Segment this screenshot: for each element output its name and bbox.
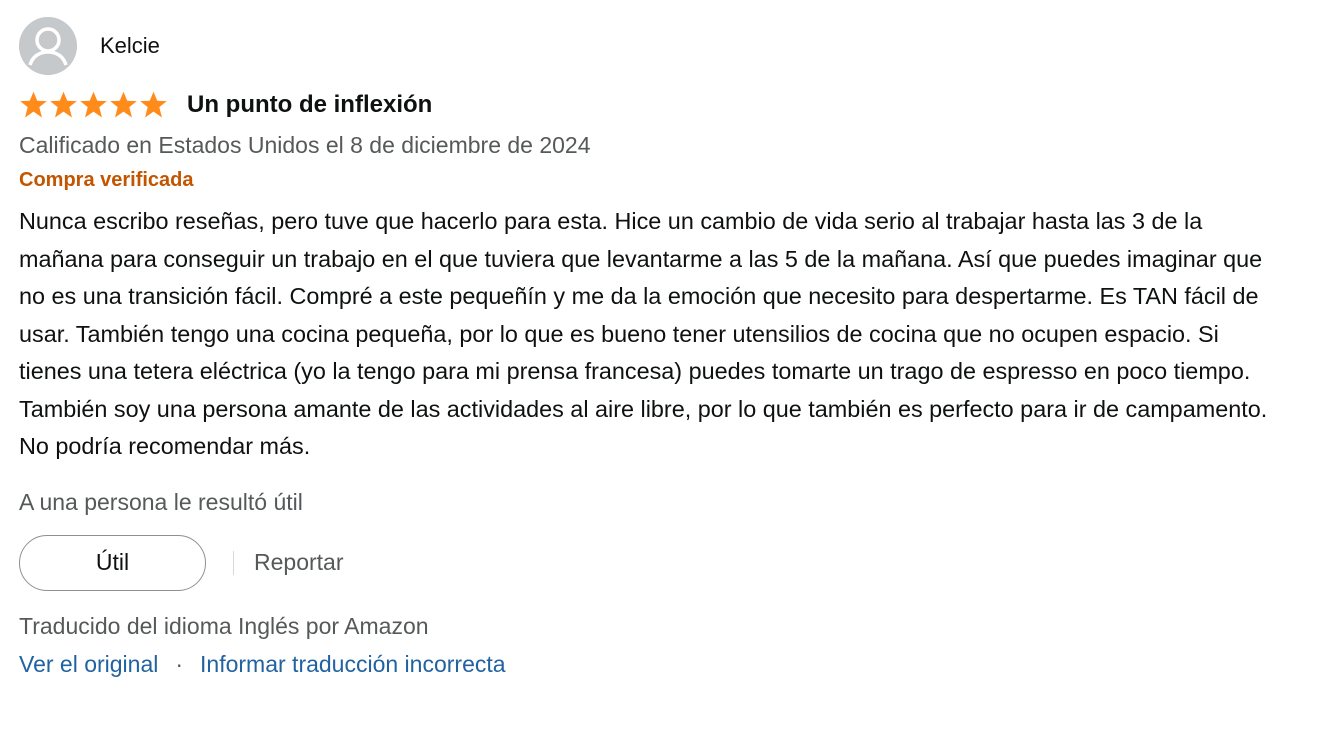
review-body: Nunca escribo reseñas, pero tuve que hac…	[19, 208, 1268, 459]
verified-purchase-badge: Compra verificada	[19, 169, 194, 191]
star-icon	[20, 91, 47, 118]
review-title[interactable]: Un punto de inflexión	[187, 91, 432, 119]
view-original-link[interactable]: Ver el original	[19, 648, 158, 680]
review-actions: Útil Reportar	[19, 534, 1289, 592]
user-silhouette-icon	[19, 17, 77, 75]
star-icon	[50, 91, 77, 118]
helpful-count: A una persona le resultó útil	[19, 488, 303, 515]
divider	[233, 550, 234, 575]
reviewer-profile[interactable]: Kelcie	[19, 17, 1289, 75]
review-card: Kelcie Un punto de inflexión Calificado …	[19, 17, 1289, 680]
report-translation-link[interactable]: Informar traducción incorrecta	[200, 648, 506, 680]
translation-note: Traducido del idioma Inglés por Amazon	[19, 612, 429, 639]
reviewer-name[interactable]: Kelcie	[100, 33, 160, 59]
review-date: Calificado en Estados Unidos el 8 de dic…	[19, 132, 591, 158]
separator-dot: ·	[175, 650, 184, 677]
translation-links: Ver el original · Informar traducción in…	[19, 648, 1289, 680]
report-link[interactable]: Reportar	[254, 549, 343, 576]
star-icon	[80, 91, 107, 118]
helpful-button[interactable]: Útil	[19, 534, 206, 591]
star-icon	[140, 91, 167, 118]
review-title-row: Un punto de inflexión	[19, 89, 1289, 121]
star-icon	[110, 91, 137, 118]
star-rating[interactable]	[19, 91, 168, 119]
